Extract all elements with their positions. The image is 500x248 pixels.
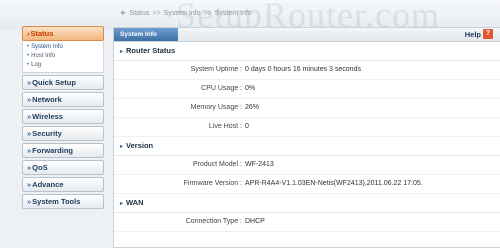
sidebar-item-quick-setup[interactable]: » Quick Setup — [22, 75, 104, 90]
breadcrumb-separator: >> — [203, 10, 212, 17]
status-submenu: • System Info • Host Info • Log — [22, 41, 104, 73]
info-row: Live Host : 0 — [114, 118, 500, 137]
info-label: CPU Usage : — [201, 85, 242, 92]
submenu-label: Host Info — [31, 53, 56, 59]
section-version: ▸ Version — [114, 137, 500, 156]
section-wan: ▸ WAN — [114, 194, 500, 213]
info-row: Firmware Version : APR-R4A4-V1.1.03EN-Ne… — [114, 175, 500, 194]
sidebar-item-label: Wireless — [32, 112, 63, 121]
sidebar-item-wireless[interactable]: » Wireless — [22, 109, 104, 124]
sidebar-item-label: System Tools — [32, 197, 81, 206]
section-title: WAN — [126, 198, 144, 207]
menu-prefix-icon: » — [27, 180, 32, 189]
sidebar-item-security[interactable]: » Security — [22, 126, 104, 141]
sidebar-item-label: Quick Setup — [32, 78, 76, 87]
breadcrumb-part: System Info — [214, 10, 252, 17]
section-chevron-icon: ▸ — [120, 49, 124, 55]
info-row: Connection Type : DHCP — [114, 213, 500, 232]
info-label: Memory Usage : — [190, 104, 242, 111]
menu-prefix-icon: » — [27, 78, 32, 87]
menu-prefix-icon: » — [27, 146, 32, 155]
breadcrumb: ✦ Status >> System Info >> System Info — [119, 8, 252, 19]
menu-prefix-icon: » — [27, 197, 32, 206]
menu-prefix-icon: › — [27, 29, 30, 38]
section-title: Router Status — [126, 46, 176, 55]
info-label: Live Host : — [208, 123, 242, 130]
bullet-icon: • — [27, 62, 30, 68]
info-row: Product Model : WF-2413 — [114, 156, 500, 175]
sidebar-item-qos[interactable]: » QoS — [22, 160, 104, 175]
sidebar-item-label: Security — [32, 129, 62, 138]
section-title: Version — [126, 141, 154, 150]
submenu-label: System Info — [31, 44, 63, 50]
menu-prefix-icon: » — [27, 112, 32, 121]
menu-prefix-icon: » — [27, 95, 32, 104]
submenu-item-log[interactable]: • Log — [27, 61, 103, 70]
sidebar-item-label: Advance — [32, 180, 64, 189]
sidebar-item-label: Status — [30, 29, 54, 38]
section-chevron-icon: ▸ — [120, 144, 124, 150]
sidebar-item-status[interactable]: › Status — [22, 26, 104, 41]
menu-prefix-icon: » — [27, 163, 32, 172]
info-label: Product Model : — [192, 161, 242, 168]
tab-bar: System Info Help ? — [114, 28, 500, 42]
info-value: 0 — [245, 123, 249, 130]
breadcrumb-arrow-icon: ✦ — [119, 8, 127, 18]
info-row: System Uptime : 0 days 0 hours 16 minute… — [114, 61, 500, 80]
info-label: Connection Type : — [185, 218, 242, 225]
info-value: DHCP — [245, 218, 265, 225]
sidebar-item-network[interactable]: » Network — [22, 92, 104, 107]
breadcrumb-separator: >> — [152, 10, 161, 17]
breadcrumb-part[interactable]: Status — [130, 10, 150, 17]
bullet-icon: • — [27, 53, 30, 59]
submenu-item-system-info[interactable]: • System Info — [27, 43, 103, 52]
info-value: 26% — [245, 104, 260, 111]
menu-prefix-icon: » — [27, 129, 32, 138]
main-panel: System Info Help ? ▸ Router Status System… — [113, 27, 500, 248]
sidebar-item-label: QoS — [32, 163, 48, 172]
sidebar-item-forwarding[interactable]: » Forwarding — [22, 143, 104, 158]
info-value: 0% — [245, 85, 256, 92]
sidebar-item-system-tools[interactable]: » System Tools — [22, 194, 104, 209]
sidebar-item-advance[interactable]: » Advance — [22, 177, 104, 192]
help-icon: ? — [483, 29, 493, 39]
info-value: WF-2413 — [245, 161, 274, 168]
info-label: System Uptime : — [190, 66, 242, 73]
submenu-item-host-info[interactable]: • Host Info — [27, 52, 103, 61]
info-value: 0 days 0 hours 16 minutes 3 seconds — [245, 66, 361, 73]
bullet-icon: • — [27, 44, 30, 50]
info-row: CPU Usage : 0% — [114, 80, 500, 99]
sidebar-menu: › Status • System Info • Host Info • Log » … — [22, 26, 104, 246]
breadcrumb-part[interactable]: System Info — [164, 10, 201, 17]
submenu-label: Log — [31, 62, 42, 68]
info-value: APR-R4A4-V1.1.03EN-Netis(WF2413),2011.06… — [245, 180, 423, 187]
info-row: Memory Usage : 26% — [114, 99, 500, 118]
section-router-status: ▸ Router Status — [114, 42, 500, 61]
sidebar-item-label: Network — [32, 95, 62, 104]
help-button[interactable]: Help ? — [465, 29, 493, 39]
info-label: Firmware Version : — [183, 180, 242, 187]
section-chevron-icon: ▸ — [120, 201, 124, 207]
tab-system-info[interactable]: System Info — [114, 28, 178, 41]
sidebar-item-label: Forwarding — [32, 146, 74, 155]
help-label: Help — [464, 29, 481, 39]
